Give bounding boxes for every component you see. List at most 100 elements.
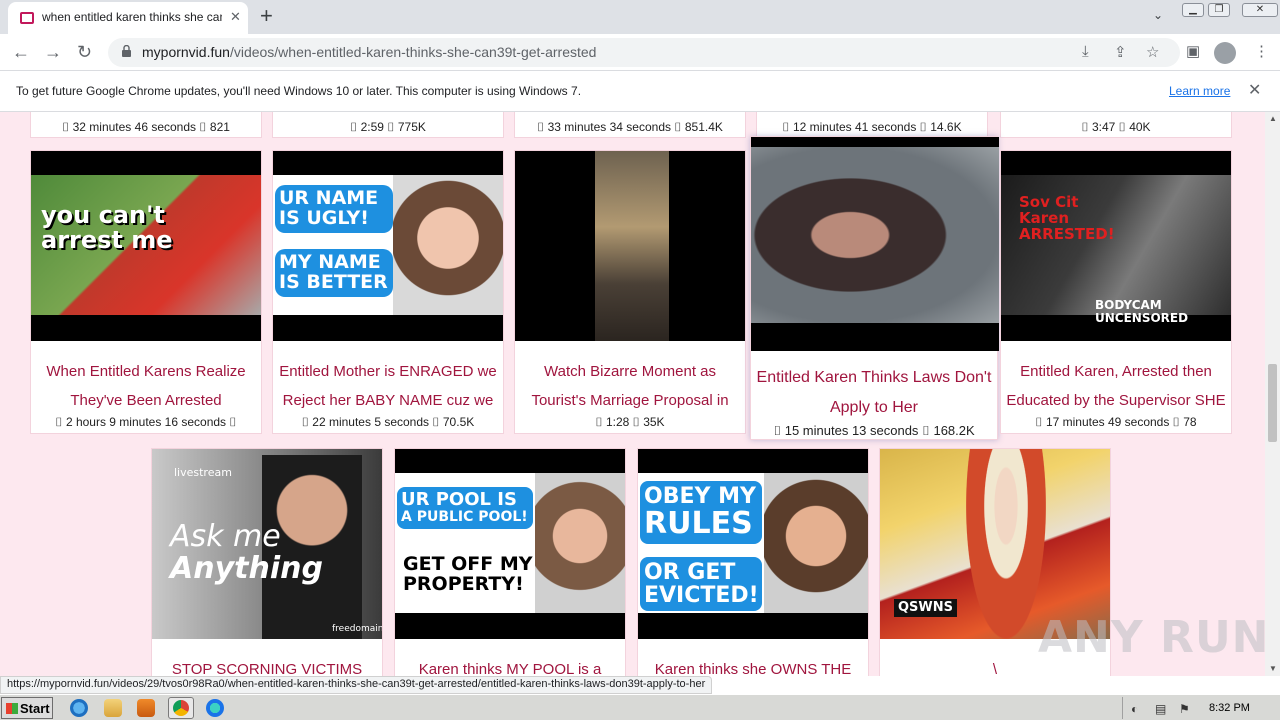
video-title[interactable]: Watch Bizarre Moment as: [515, 357, 745, 386]
file-explorer-icon[interactable]: [104, 699, 122, 717]
network-icon[interactable]: ▤: [1155, 702, 1166, 716]
thumbnail-image: [966, 449, 1046, 639]
thumbnail-caption: IS BETTER: [279, 270, 388, 293]
action-center-flag-icon[interactable]: ⚑: [1179, 702, 1190, 716]
video-card[interactable]: Watch Bizarre Moment as Tourist's Marria…: [514, 150, 746, 434]
thumbnail-face: [535, 473, 625, 613]
start-button[interactable]: Start: [1, 697, 53, 719]
chrome-icon: [173, 700, 189, 716]
tab-search-icon[interactable]: ⌄: [1153, 8, 1163, 22]
video-thumbnail[interactable]: [751, 137, 999, 351]
taskbar-clock[interactable]: 8:32 PM: [1209, 702, 1250, 714]
video-thumbnail[interactable]: OBEY MY RULES OR GET EVICTED!: [638, 449, 868, 639]
video-title[interactable]: Entitled Karen Thinks Laws Don't: [751, 363, 997, 392]
forward-icon[interactable]: →: [44, 40, 62, 64]
thumbnail-face: [764, 473, 868, 613]
video-card[interactable]: ⌷ 33 minutes 34 seconds ⌷ 851.4K: [514, 112, 746, 138]
video-title[interactable]: Apply to Her: [751, 393, 997, 422]
page-scrollbar[interactable]: ▲ ▼: [1265, 112, 1280, 676]
restore-button[interactable]: ❐: [1208, 3, 1230, 17]
video-thumbnail[interactable]: [515, 151, 745, 341]
thumbnail-image: [751, 147, 999, 323]
thumbnail-caption: you can't: [41, 201, 165, 229]
link-status-bar: https://mypornvid.fun/videos/29/tvos0r98…: [0, 676, 713, 694]
menu-kebab-icon[interactable]: ⋮: [1254, 42, 1269, 60]
bookmark-star-icon[interactable]: ☆: [1146, 43, 1159, 61]
video-title[interactable]: When Entitled Karens Realize: [31, 357, 261, 386]
chrome-taskbar-button[interactable]: [168, 697, 194, 719]
url-host: mypornvid.fun: [142, 44, 230, 60]
video-title[interactable]: Reject her BABY NAME cuz we: [273, 386, 503, 415]
learn-more-link[interactable]: Learn more: [1169, 84, 1230, 98]
minimize-button[interactable]: ▁: [1182, 3, 1204, 17]
thumbnail-face: [393, 175, 503, 315]
video-card[interactable]: ⌷ 3:47 ⌷ 40K: [1000, 112, 1232, 138]
profile-avatar[interactable]: [1214, 42, 1236, 64]
video-title[interactable]: Tourist's Marriage Proposal in: [515, 386, 745, 415]
video-thumbnail[interactable]: UR NAME IS UGLY! MY NAME IS BETTER: [273, 151, 503, 341]
edge-icon[interactable]: [206, 699, 224, 717]
video-thumbnail[interactable]: you can't arrest me: [31, 151, 261, 341]
video-title[interactable]: Entitled Karen, Arrested then: [1001, 357, 1231, 386]
video-meta: ⌷ 12 minutes 41 seconds ⌷ 14.6K: [782, 120, 962, 134]
thumbnail-caption: Anything: [170, 550, 323, 586]
reload-icon[interactable]: ↻: [77, 40, 92, 64]
system-tray: ◐ ▤ ⚑ 8:32 PM: [1122, 697, 1278, 719]
video-card[interactable]: UR POOL IS A PUBLIC POOL! GET OFF MY PRO…: [394, 448, 626, 676]
video-meta: ⌷ 33 minutes 34 seconds ⌷ 851.4K: [537, 120, 723, 134]
video-meta: ⌷ 22 minutes 5 seconds ⌷ 70.5K: [301, 415, 475, 429]
window-close-button[interactable]: ✕: [1242, 3, 1278, 17]
video-meta: ⌷ 1:28 ⌷ 35K: [595, 415, 665, 429]
thumbnail-caption: PROPERTY!: [403, 572, 524, 595]
thumbnail-caption: RULES: [644, 506, 753, 542]
video-title[interactable]: Entitled Mother is ENRAGED we: [273, 357, 503, 386]
share-icon[interactable]: ⇪: [1114, 43, 1127, 61]
thumbnail-badge: QSWNS: [894, 599, 957, 617]
video-card[interactable]: Sov Cit Karen ARRESTED! BODYCAM UNCENSOR…: [1000, 150, 1232, 434]
scrollbar-thumb[interactable]: [1268, 364, 1277, 442]
tab-close-icon[interactable]: ✕: [230, 9, 241, 25]
video-card-hovered[interactable]: Entitled Karen Thinks Laws Don't Apply t…: [750, 136, 999, 440]
thumbnail-footer: BODYCAM UNCENSORED: [1095, 298, 1189, 325]
window-controls: ▁ ❐ ✕: [1180, 1, 1280, 19]
site-favicon-icon: [20, 12, 34, 24]
video-card[interactable]: ⌷ 12 minutes 41 seconds ⌷ 14.6K: [756, 112, 988, 138]
browser-tab[interactable]: when entitled karen thinks she can39t...…: [8, 2, 248, 34]
video-thumbnail[interactable]: Sov Cit Karen ARRESTED! BODYCAM UNCENSOR…: [1001, 151, 1231, 341]
video-card[interactable]: ⌷ 2:59 ⌷ 775K: [272, 112, 504, 138]
update-infobar: To get future Google Chrome updates, you…: [0, 71, 1280, 112]
video-card[interactable]: you can't arrest me When Entitled Karens…: [30, 150, 262, 434]
video-thumbnail[interactable]: QSWNS: [880, 449, 1110, 639]
video-card[interactable]: livestream Ask me Anything freedomain ST…: [151, 448, 383, 676]
video-card[interactable]: UR NAME IS UGLY! MY NAME IS BETTER Entit…: [272, 150, 504, 434]
start-label: Start: [20, 701, 50, 716]
media-player-icon[interactable]: [137, 699, 155, 717]
back-icon[interactable]: ←: [12, 40, 30, 64]
thumbnail-caption: ARRESTED!: [1019, 224, 1115, 243]
address-bar[interactable]: mypornvid.fun/videos/when-entitled-karen…: [108, 38, 1180, 67]
infobar-close-icon[interactable]: ✕: [1248, 80, 1261, 100]
url-text: mypornvid.fun/videos/when-entitled-karen…: [142, 44, 596, 60]
video-meta: ⌷ 2 hours 9 minutes 16 seconds ⌷: [55, 415, 237, 429]
video-title[interactable]: Karen thinks she OWNS THE: [638, 655, 868, 676]
video-thumbnail[interactable]: UR POOL IS A PUBLIC POOL! GET OFF MY PRO…: [395, 449, 625, 639]
video-card[interactable]: OBEY MY RULES OR GET EVICTED! Karen thin…: [637, 448, 869, 676]
lock-icon: [122, 45, 131, 57]
video-title[interactable]: They've Been Arrested: [31, 386, 261, 415]
thumbnail-caption: UR NAME: [279, 187, 379, 209]
video-card[interactable]: ⌷ 32 minutes 46 seconds ⌷ 821: [30, 112, 262, 138]
volume-icon[interactable]: ◐: [1131, 702, 1138, 716]
video-title[interactable]: STOP SCORNING VICTIMS: [152, 655, 382, 676]
side-panel-icon[interactable]: ▣: [1186, 42, 1200, 60]
windows-taskbar: Start ◐ ▤ ⚑ 8:32 PM: [0, 694, 1280, 720]
internet-explorer-icon[interactable]: [70, 699, 88, 717]
thumbnail-caption: GET OFF MY: [403, 553, 533, 575]
video-title[interactable]: Karen thinks MY POOL is a: [395, 655, 625, 676]
install-app-icon[interactable]: ⤓: [1082, 43, 1089, 60]
video-title[interactable]: Educated by the Supervisor SHE: [1001, 386, 1231, 415]
scroll-up-arrow-icon[interactable]: ▲: [1269, 114, 1277, 123]
scroll-down-arrow-icon[interactable]: ▼: [1269, 664, 1277, 673]
video-thumbnail[interactable]: livestream Ask me Anything freedomain: [152, 449, 382, 639]
new-tab-button[interactable]: +: [260, 4, 273, 28]
thumbnail-brand: freedomain: [332, 624, 382, 634]
